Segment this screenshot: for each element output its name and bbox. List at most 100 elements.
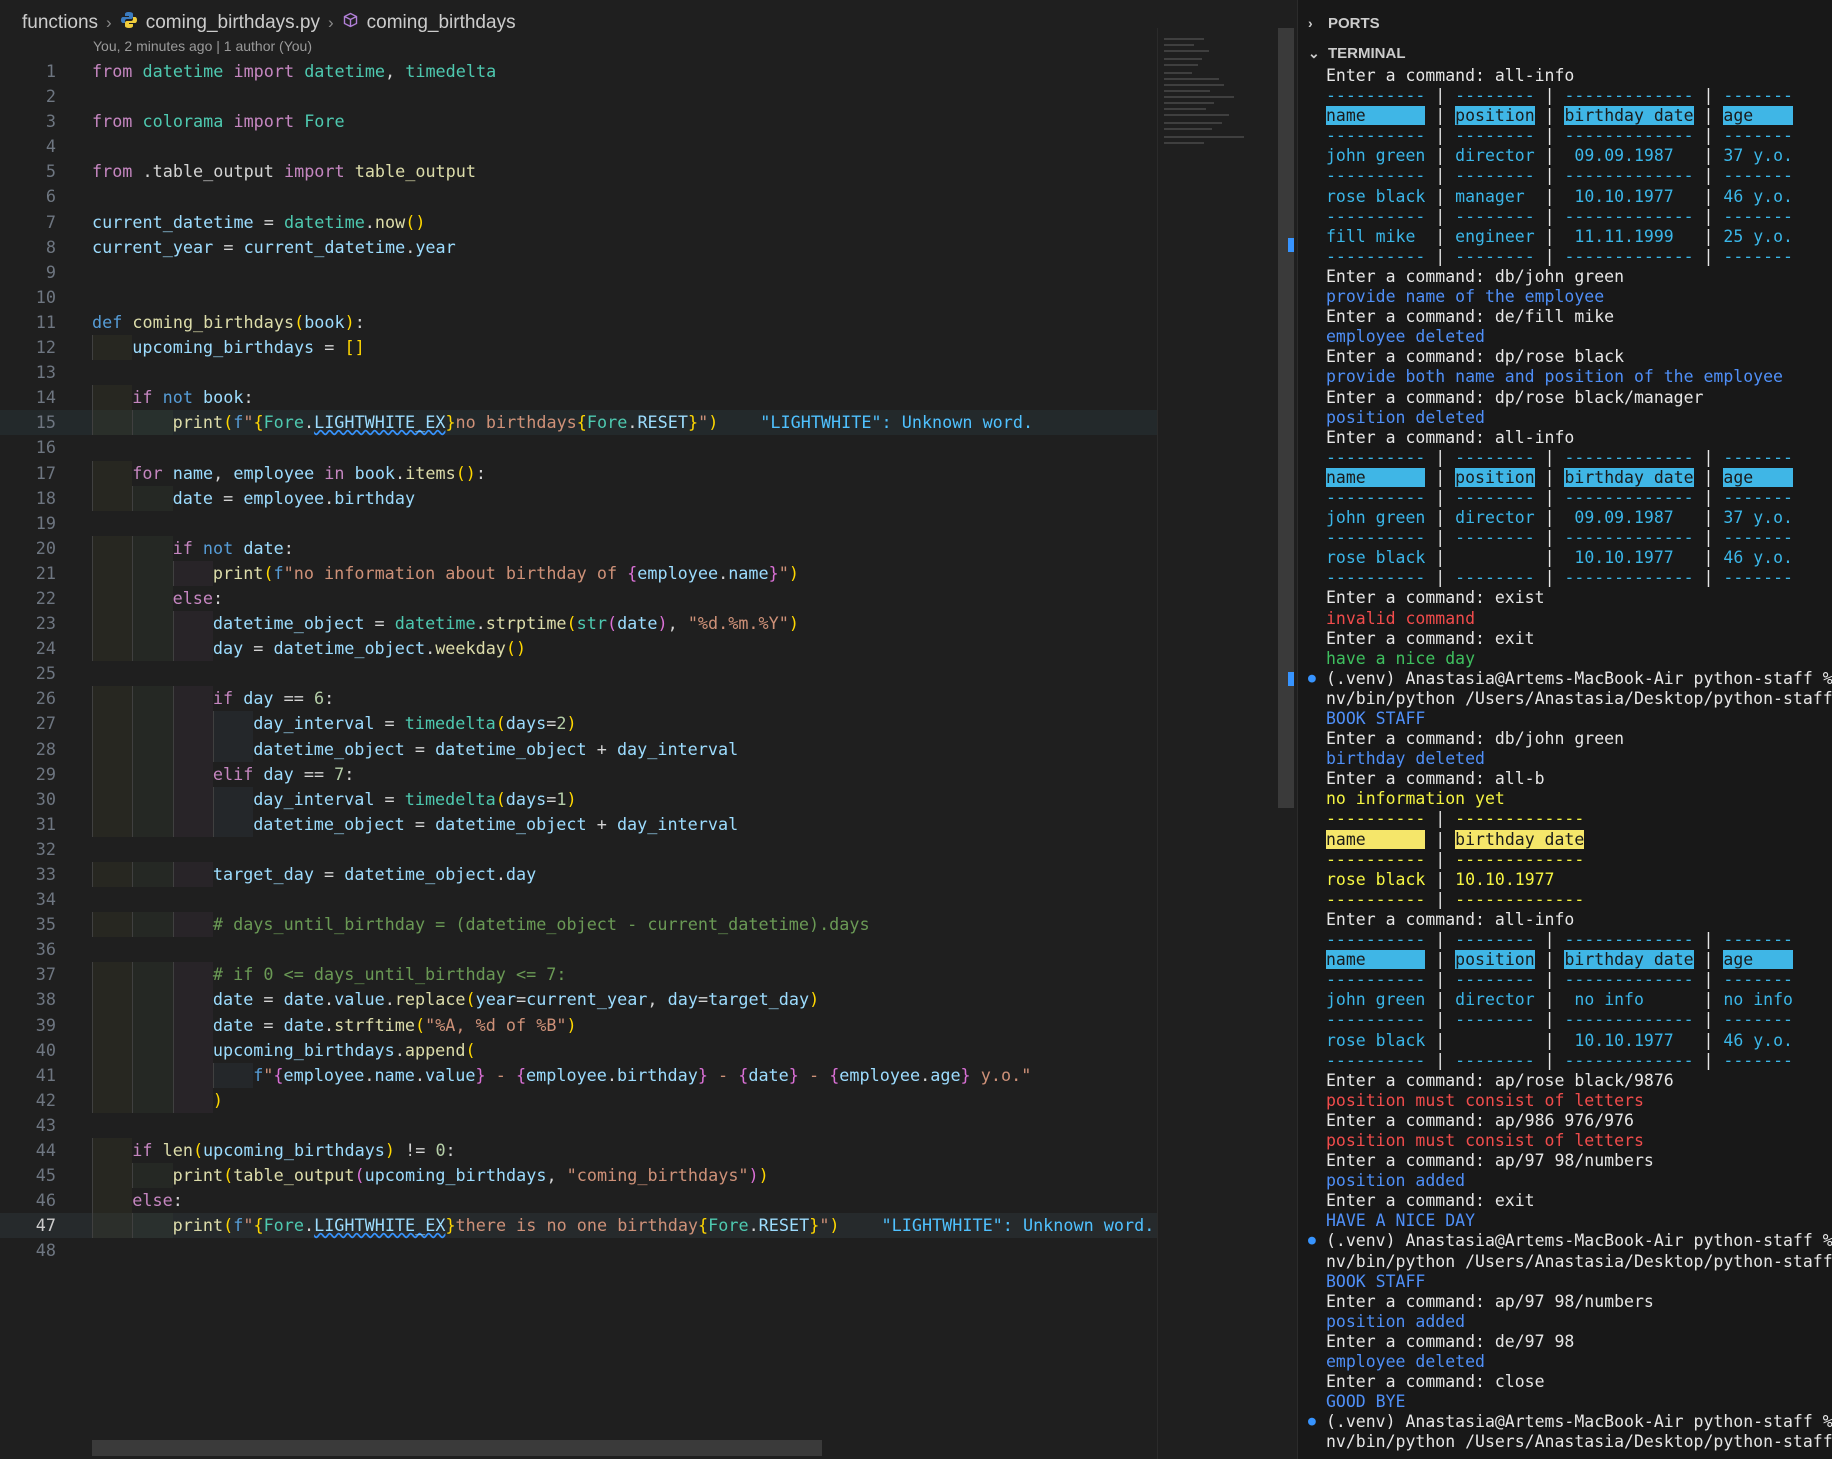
- code-line[interactable]: 26 if day == 6:: [0, 686, 1157, 712]
- code-token: current_year: [526, 989, 648, 1010]
- code-line[interactable]: 17 for name, employee in book.items():: [0, 460, 1157, 486]
- code-line[interactable]: 34: [0, 887, 1157, 912]
- line-number: 26: [35, 688, 56, 709]
- code-line[interactable]: 25: [0, 661, 1157, 686]
- code-line[interactable]: 14 if not book:: [0, 385, 1157, 411]
- terminal-text: --------: [1455, 246, 1535, 266]
- code-editor[interactable]: functions › coming_birthdays.py › coming…: [0, 0, 1294, 1459]
- terminal-output[interactable]: Enter a command: all-info ---------- | --…: [1308, 66, 1832, 1452]
- terminal-text: -------: [1723, 528, 1793, 548]
- code-line[interactable]: 37 # if 0 <= days_until_birthday <= 7:: [0, 962, 1157, 988]
- terminal-line: employee deleted: [1326, 327, 1832, 347]
- code-line[interactable]: 16: [0, 435, 1157, 460]
- terminal-line: ---------- | -------- | ------------- | …: [1326, 488, 1832, 508]
- terminal-text: -------------: [1564, 246, 1694, 266]
- terminal-line: Enter a command: de/97 98: [1326, 1332, 1832, 1352]
- code-line[interactable]: 46 else:: [0, 1188, 1157, 1214]
- code-line[interactable]: 39 date = date.strftime("%A, %d of %B"): [0, 1012, 1157, 1038]
- code-line[interactable]: 15 print(f"{Fore.LIGHTWHITE_EX}no birthda…: [0, 410, 1157, 436]
- code-token: current_year: [92, 236, 214, 257]
- code-line[interactable]: 31 datetime_object = datetime_object + da…: [0, 811, 1157, 837]
- code-line[interactable]: 11 def coming_birthdays(book):: [0, 310, 1157, 335]
- code-line[interactable]: 10: [0, 285, 1157, 310]
- terminal-text: Enter a command: close: [1326, 1372, 1545, 1392]
- code-token: coming_birthdays: [132, 311, 295, 332]
- terminal-text: Enter a command: ap/97 98/numbers: [1326, 1291, 1654, 1311]
- code-line[interactable]: 21 print(f"no information about birthday …: [0, 560, 1157, 586]
- ports-section-header[interactable]: › PORTS: [1308, 10, 1380, 36]
- code-line[interactable]: 20 if not date:: [0, 535, 1157, 561]
- code-line[interactable]: 22 else:: [0, 585, 1157, 612]
- code-token: datetime_object: [273, 638, 426, 659]
- code-token: now: [374, 211, 406, 232]
- minimap[interactable]: [1157, 28, 1278, 1459]
- horizontal-scrollbar[interactable]: [92, 1440, 822, 1456]
- terminal-text: |: [1693, 186, 1724, 206]
- code-line[interactable]: 1 from datetime import datetime, timedelt…: [0, 59, 1157, 84]
- code-line[interactable]: 12 upcoming_birthdays = []: [0, 335, 1157, 361]
- code-line[interactable]: 8 current_year = current_datetime.year: [0, 235, 1157, 260]
- terminal-text: |: [1534, 146, 1565, 166]
- code-token: 2: [556, 713, 567, 734]
- code-line[interactable]: 2: [0, 84, 1157, 109]
- code-line[interactable]: 35 # days_until_birthday = (datetime_obje…: [0, 912, 1157, 938]
- command-status-dot-icon[interactable]: ●: [1308, 1412, 1316, 1432]
- command-status-dot-icon[interactable]: ●: [1308, 1231, 1316, 1251]
- code-line[interactable]: 40 upcoming_birthdays.append(: [0, 1037, 1157, 1063]
- code-line[interactable]: 23 datetime_object = datetime.strptime(st…: [0, 611, 1157, 637]
- code-line[interactable]: 32: [0, 837, 1157, 862]
- terminal-text: |: [1693, 106, 1724, 126]
- code-line[interactable]: 3 from colorama import Fore: [0, 109, 1157, 134]
- code-line[interactable]: 4: [0, 134, 1157, 159]
- terminal-text: age: [1723, 106, 1793, 126]
- code-lines[interactable]: 1 from datetime import datetime, timedelt…: [0, 59, 1157, 1264]
- terminal-text: provide name of the employee: [1326, 287, 1605, 307]
- terminal-text: age: [1723, 467, 1793, 487]
- code-line[interactable]: 33 target_day = datetime_object.day: [0, 862, 1157, 888]
- code-line[interactable]: 41 f"{employee.name.value} - {employee.bi…: [0, 1062, 1157, 1088]
- command-status-dot-icon[interactable]: ●: [1308, 669, 1316, 689]
- code-line[interactable]: 5 from .table_output import table_output: [0, 159, 1157, 184]
- code-line[interactable]: 36: [0, 937, 1157, 962]
- terminal-text: |: [1425, 889, 1456, 909]
- vertical-scrollbar[interactable]: [1278, 28, 1294, 808]
- code-line[interactable]: 30 day_interval = timedelta(days=1): [0, 786, 1157, 812]
- code-line[interactable]: 43: [0, 1113, 1157, 1138]
- breadcrumb-file[interactable]: coming_birthdays.py: [146, 12, 320, 34]
- terminal-text: no info: [1564, 990, 1694, 1010]
- code-token: "coming_birthdays": [566, 1165, 749, 1186]
- terminal-text: |: [1425, 246, 1456, 266]
- line-number: 35: [35, 914, 56, 935]
- terminal-line: nv/bin/python /Users/Anastasia/Desktop/p…: [1326, 1432, 1832, 1452]
- terminal-text: position: [1455, 106, 1535, 126]
- code-token: datetime_object: [253, 738, 405, 759]
- terminal-section-header[interactable]: ⌄ TERMINAL: [1308, 40, 1406, 66]
- code-token: if: [132, 387, 153, 408]
- terminal-line: ---------- | -------------: [1326, 890, 1832, 910]
- code-line[interactable]: 24 day = datetime_object.weekday(): [0, 636, 1157, 662]
- code-line[interactable]: 9: [0, 260, 1157, 285]
- git-blame-codelens[interactable]: You, 2 minutes ago | 1 author (You): [93, 38, 312, 54]
- terminal-line: employee deleted: [1326, 1352, 1832, 1372]
- code-line[interactable]: 6: [0, 184, 1157, 209]
- code-line[interactable]: 38 date = date.value.replace(year=current…: [0, 987, 1157, 1013]
- terminal-line: HAVE A NICE DAY: [1326, 1211, 1832, 1231]
- code-token: employee: [233, 462, 315, 483]
- line-number: 3: [45, 111, 56, 132]
- breadcrumb-folder[interactable]: functions: [22, 12, 98, 34]
- code-line[interactable]: 13: [0, 360, 1157, 385]
- terminal-text: |: [1425, 1010, 1456, 1030]
- bottom-panel[interactable]: › PORTS ⌄ TERMINAL Enter a command: all-…: [1297, 0, 1832, 1459]
- code-line[interactable]: 18 date = employee.birthday: [0, 485, 1157, 511]
- code-line[interactable]: 44 if len(upcoming_birthdays) != 0:: [0, 1138, 1157, 1164]
- code-line[interactable]: 27 day_interval = timedelta(days=2): [0, 711, 1157, 737]
- breadcrumb-symbol[interactable]: coming_birthdays: [367, 12, 516, 34]
- code-line[interactable]: 19: [0, 511, 1157, 536]
- code-line[interactable]: 7 current_datetime = datetime.now(): [0, 210, 1157, 235]
- code-line[interactable]: 28 datetime_object = datetime_object + da…: [0, 736, 1157, 762]
- code-line[interactable]: 42): [0, 1087, 1157, 1113]
- code-line[interactable]: 29 elif day == 7:: [0, 761, 1157, 787]
- code-line[interactable]: 45 print(table_output(upcoming_birthdays,…: [0, 1163, 1157, 1189]
- code-line[interactable]: 48: [0, 1238, 1157, 1263]
- code-line-current[interactable]: 47 print(f"{Fore.LIGHTWHITE_EX}there is n…: [0, 1213, 1157, 1239]
